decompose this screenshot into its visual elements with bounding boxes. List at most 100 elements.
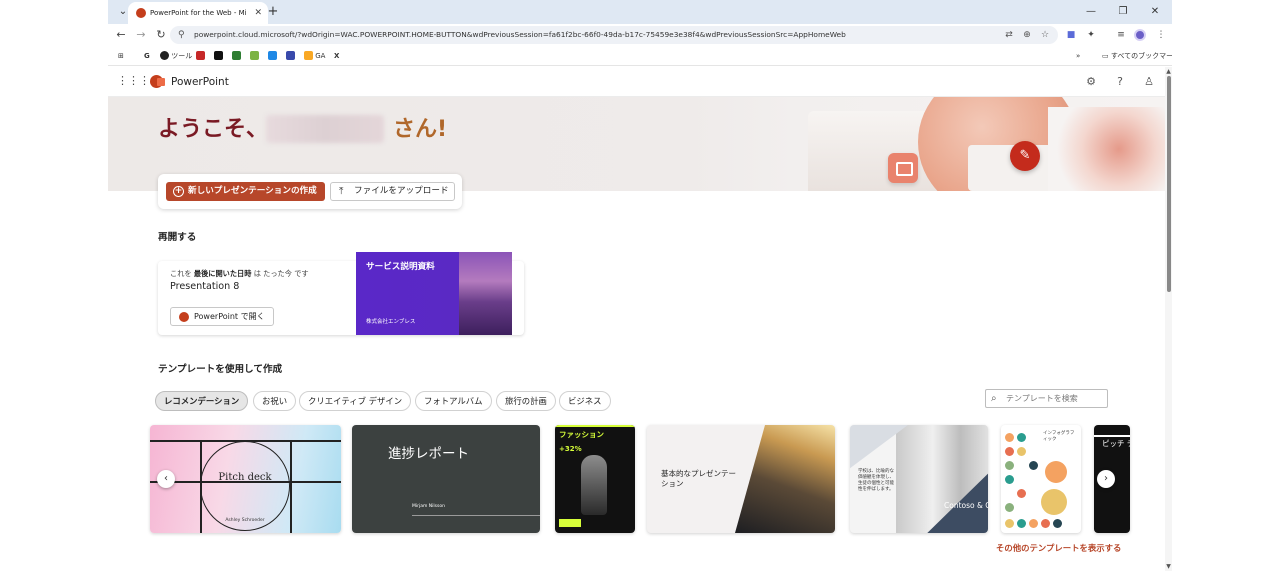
- template-title: ピッチ デ: [1102, 439, 1130, 448]
- decor-band: [559, 519, 581, 527]
- menu-icon[interactable]: ⋮: [1154, 28, 1168, 42]
- settings-icon[interactable]: ⚙: [1083, 74, 1099, 90]
- meta-suffix: は たった今 です: [253, 269, 309, 278]
- upload-icon: ⤒: [339, 186, 344, 197]
- bookmark-blue[interactable]: [286, 51, 295, 61]
- templates-heading: テンプレートを使用して作成: [158, 364, 283, 375]
- browser-toolbar: ← → ↻ ⚲ powerpoint.cloud.microsoft/?wdOr…: [108, 24, 1172, 46]
- extension-icon[interactable]: ■: [1064, 28, 1078, 42]
- browser-tab[interactable]: PowerPoint for the Web - Micro ✕: [128, 2, 268, 24]
- app-launcher-icon[interactable]: ⋮⋮⋮: [117, 75, 150, 87]
- scroll-up-icon[interactable]: ▲: [1165, 68, 1172, 76]
- decor-line: [1094, 435, 1130, 437]
- bookmarks-bar: ⊞ G ツール GA X » ▭ すべてのブックマーク: [108, 46, 1172, 66]
- tab-strip: ⌄ PowerPoint for the Web - Micro ✕ + — ❐…: [108, 0, 1172, 24]
- account-icon[interactable]: ♙: [1141, 74, 1157, 90]
- forward-icon[interactable]: →: [132, 27, 150, 43]
- bookmark-ga-label: GA: [315, 52, 326, 60]
- bookmark-red-icon: [196, 51, 205, 60]
- all-bookmarks[interactable]: ▭ すべてのブックマーク: [1102, 51, 1172, 61]
- infographic-dot: [1005, 519, 1014, 528]
- chip-photo-album[interactable]: フォトアルバム: [415, 391, 492, 411]
- resume-heading: 再開する: [158, 232, 197, 243]
- template-pitch-deck[interactable]: Pitch deck Ashley Schroeder: [150, 425, 341, 533]
- new-tab-button[interactable]: +: [264, 3, 282, 21]
- bookmark-lime[interactable]: [250, 51, 259, 61]
- star-icon[interactable]: ☆: [1038, 28, 1052, 42]
- chip-travel-plan[interactable]: 旅行の計画: [496, 391, 556, 411]
- pencil-icon: ✎: [1010, 141, 1040, 171]
- infographic-dot: [1017, 433, 1026, 442]
- plus-circle-icon: +: [173, 186, 184, 197]
- back-icon[interactable]: ←: [112, 27, 130, 43]
- thumbnail-title: サービス説明資料: [366, 262, 435, 272]
- site-settings-icon[interactable]: ⚲: [178, 28, 185, 42]
- reload-icon[interactable]: ↻: [152, 27, 170, 43]
- upload-file-button[interactable]: ⤒ ファイルをアップロード: [330, 182, 455, 201]
- profile-icon[interactable]: [1134, 29, 1146, 41]
- close-window-button[interactable]: ✕: [1144, 4, 1166, 20]
- search-icon: ⌕: [991, 393, 997, 404]
- bookmark-green-icon: [232, 51, 241, 60]
- bookmark-lime-icon: [250, 51, 259, 60]
- decor-line: [412, 515, 540, 516]
- help-icon[interactable]: ?: [1112, 74, 1128, 90]
- translate-icon[interactable]: ⇄: [1002, 28, 1016, 42]
- chip-creative-design[interactable]: クリエイティブ デザイン: [299, 391, 412, 411]
- chip-celebration[interactable]: お祝い: [253, 391, 297, 411]
- template-contoso[interactable]: 学校は、比喩的な価値観を体現し、生徒の個性と可能性を伸ばします。 Contoso…: [850, 425, 988, 533]
- template-body: 学校は、比喩的な価値観を体現し、生徒の個性と可能性を伸ばします。: [858, 469, 894, 492]
- bookmark-tools-label: ツール: [171, 52, 193, 60]
- apps-icon[interactable]: ⊞: [118, 51, 124, 61]
- template-search-input[interactable]: ⌕ テンプレートを検索: [985, 389, 1108, 408]
- minimize-button[interactable]: —: [1080, 4, 1102, 20]
- bookmark-bing[interactable]: [268, 51, 277, 61]
- template-author: Ashley Schroeder: [225, 518, 265, 523]
- bookmark-x[interactable]: X: [334, 51, 339, 61]
- bookmark-red[interactable]: [196, 51, 205, 61]
- bookmark-ga[interactable]: GA: [304, 51, 325, 61]
- open-in-powerpoint-button[interactable]: PowerPoint で開く: [170, 307, 274, 326]
- media-icon[interactable]: ≡: [1114, 28, 1128, 42]
- new-presentation-button[interactable]: + 新しいプレゼンテーションの作成: [166, 182, 325, 201]
- app-name[interactable]: PowerPoint: [171, 75, 229, 89]
- infographic-dot: [1005, 433, 1014, 442]
- chip-recommendation[interactable]: レコメンデーション: [155, 391, 249, 411]
- infographic-dot: [1017, 519, 1026, 528]
- chip-business[interactable]: ビジネス: [559, 391, 611, 411]
- thumbnail-background: サービス説明資料 株式会社エンブレス: [356, 252, 512, 335]
- template-basic-presentation[interactable]: 基本的なプレゼンテーション: [647, 425, 835, 533]
- infographic-dot: [1041, 489, 1067, 515]
- template-author: Mirjam Nilsson: [412, 504, 445, 509]
- recent-file-thumbnail[interactable]: サービス説明資料 株式会社エンブレス: [356, 252, 512, 335]
- infographic-dot: [1029, 461, 1038, 470]
- bookmark-dark[interactable]: [214, 51, 223, 61]
- infographic-dot: [1045, 461, 1067, 483]
- extensions-icon[interactable]: ✦: [1084, 28, 1098, 42]
- carousel-prev-button[interactable]: ‹: [157, 470, 175, 488]
- more-templates-link[interactable]: その他のテンプレートを表示する: [996, 542, 1121, 554]
- decor-line: [200, 441, 202, 533]
- url-text[interactable]: powerpoint.cloud.microsoft/?wdOrigin=WAC…: [194, 29, 974, 41]
- template-fashion[interactable]: ファッション +32%: [555, 425, 635, 533]
- powerpoint-icon: [179, 312, 189, 322]
- bookmark-google[interactable]: G: [144, 51, 150, 61]
- bookmarks-more-icon[interactable]: »: [1076, 51, 1080, 61]
- bookmark-green[interactable]: [232, 51, 241, 61]
- tab-close-icon[interactable]: ✕: [254, 6, 262, 20]
- template-infographic[interactable]: インフォグラフィック: [1001, 425, 1081, 533]
- zoom-icon[interactable]: ⊕: [1020, 28, 1034, 42]
- scroll-down-icon[interactable]: ▼: [1165, 563, 1172, 571]
- meta-prefix: これを: [170, 269, 192, 278]
- address-bar[interactable]: ⚲ powerpoint.cloud.microsoft/?wdOrigin=W…: [170, 26, 1058, 44]
- powerpoint-logo-icon: [150, 75, 165, 88]
- template-title: Contoso & Contoso: [944, 501, 988, 510]
- recent-file-name[interactable]: Presentation 8: [170, 280, 239, 294]
- bookmark-tools[interactable]: ツール: [160, 51, 192, 61]
- maximize-button[interactable]: ❐: [1112, 4, 1134, 20]
- scrollbar-thumb[interactable]: [1167, 76, 1171, 292]
- template-title: Pitch deck: [218, 472, 272, 483]
- template-progress-report[interactable]: 進捗レポート Mirjam Nilsson: [352, 425, 540, 533]
- thumbnail-company: 株式会社エンブレス: [366, 319, 416, 325]
- carousel-next-button[interactable]: ›: [1097, 470, 1115, 488]
